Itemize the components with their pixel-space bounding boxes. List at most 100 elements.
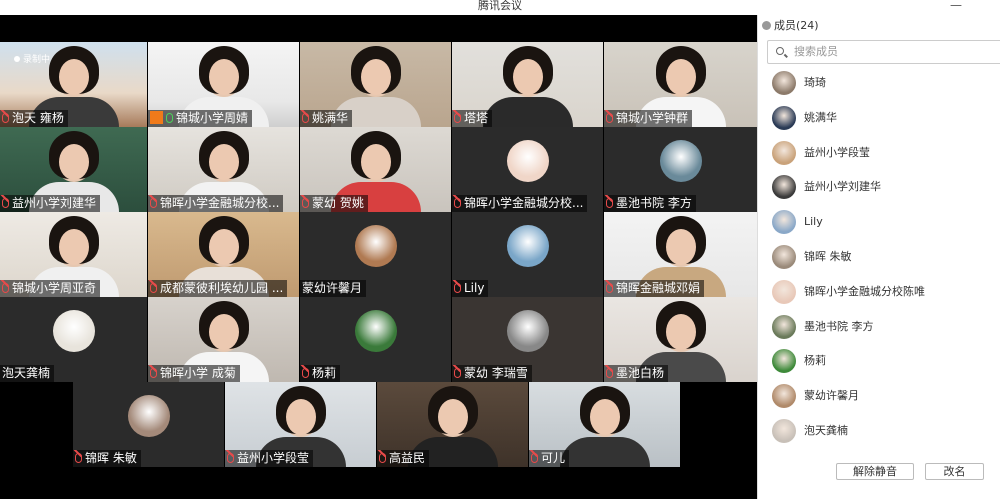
participant-name-label: 高益民 — [377, 450, 430, 467]
member-avatar — [772, 210, 796, 235]
participant-name-label: 锦城小学钟群 — [604, 110, 693, 127]
mic-muted-icon — [150, 198, 157, 208]
participant-name-label: 蒙幼 李瑞雪 — [452, 365, 532, 382]
participant-avatar — [354, 309, 397, 352]
video-tile[interactable]: Lily — [452, 212, 603, 297]
participant-name-label: 锦城小学周婧 — [148, 110, 253, 127]
participant-name: 益州小学刘建华 — [12, 196, 97, 210]
mic-muted-icon — [454, 198, 461, 208]
participant-name: Lily — [464, 281, 485, 295]
recording-label: 录制中 — [23, 55, 51, 65]
participant-video — [559, 386, 650, 467]
host-icon — [150, 111, 163, 124]
video-tile[interactable]: 泡天龚楠 — [0, 297, 147, 382]
video-tile[interactable]: 锦城小学周亚奇 — [0, 212, 147, 297]
video-tile[interactable]: 锦城小学周婧 — [148, 42, 299, 127]
participant-avatar — [506, 224, 549, 267]
unmute-all-button[interactable]: 解除静音 — [836, 463, 914, 480]
video-tile[interactable]: 蒙幼 李瑞雪 — [452, 297, 603, 382]
participant-name-label: 益州小学段莹 — [225, 450, 314, 467]
participant-avatar — [506, 309, 549, 352]
video-tile[interactable]: 锦晖小学金融城分校... — [452, 127, 603, 212]
participant-avatar — [506, 139, 549, 182]
title-bar: 腾讯会议 — — [0, 0, 1000, 15]
member-avatar — [772, 314, 796, 339]
minimize-button[interactable]: — — [950, 0, 962, 12]
participant-avatar — [354, 224, 397, 267]
video-tile[interactable]: 录制中 泡天 雍杨 — [0, 42, 147, 127]
mic-muted-icon — [302, 198, 309, 208]
mic-muted-icon — [227, 453, 234, 463]
mic-muted-icon — [454, 113, 461, 123]
window-title: 腾讯会议 — [478, 0, 522, 12]
participant-name: 泡天龚楠 — [2, 366, 51, 380]
recording-icon — [14, 56, 20, 62]
mic-muted-icon — [606, 113, 613, 123]
participant-name-label: Lily — [452, 280, 489, 297]
member-avatar — [772, 105, 796, 130]
mic-muted-icon — [606, 283, 613, 293]
user-icon — [762, 21, 771, 30]
mic-muted-icon — [2, 198, 9, 208]
participant-name-label: 锦晖小学金融城分校... — [148, 195, 284, 212]
participant-name-label: 泡天龚楠 — [0, 365, 55, 382]
member-name: 姚满华 — [804, 110, 837, 124]
participant-name-label: 泡天 雍杨 — [0, 110, 68, 127]
video-tile[interactable]: 锦晖 朱敏 — [73, 382, 224, 467]
member-avatar — [772, 419, 796, 443]
participant-name: 锦城小学钟群 — [616, 111, 689, 125]
members-header: 成员(24) — [758, 15, 819, 37]
video-tile[interactable]: 高益民 — [377, 382, 528, 467]
participant-name: 高益民 — [389, 451, 426, 465]
mic-muted-icon — [454, 283, 461, 293]
participant-name: 成都蒙彼利埃幼儿园 ... — [160, 281, 284, 295]
mic-muted-icon — [454, 368, 461, 378]
member-search-input[interactable]: 搜索成员 — [767, 40, 1000, 64]
participant-name-label: 锦晖金融城邓娟 — [604, 280, 705, 297]
participant-name: 锦晖小学金融城分校... — [160, 196, 280, 210]
video-tile[interactable]: 成都蒙彼利埃幼儿园 ... — [148, 212, 299, 297]
member-avatar — [772, 349, 796, 374]
video-tile[interactable]: 蒙幼 贺姚 — [300, 127, 451, 212]
participant-name-label: 锦城小学周亚奇 — [0, 280, 101, 297]
video-gallery: 录制中 泡天 雍杨 锦城小学周婧 姚满华 塔塔 锦城小学钟群 益州小学刘建华 锦晖小学金融城分… — [0, 15, 757, 499]
participant-name-label: 可儿 — [529, 450, 570, 467]
mic-muted-icon — [75, 453, 82, 463]
video-tile[interactable]: 益州小学段莹 — [225, 382, 376, 467]
participant-name: 锦晖小学金融城分校... — [464, 196, 584, 210]
video-tile[interactable]: 塔塔 — [452, 42, 603, 127]
video-tile[interactable]: 锦晖小学金融城分校... — [148, 127, 299, 212]
video-tile[interactable]: 杨莉 — [300, 297, 451, 382]
video-tile[interactable]: 姚满华 — [300, 42, 451, 127]
participant-name: 可儿 — [541, 451, 566, 465]
video-tile[interactable]: 锦晖小学 成菊 — [148, 297, 299, 382]
participant-name-label: 墨池书院 李方 — [604, 195, 696, 212]
video-tile[interactable]: 墨池书院 李方 — [604, 127, 757, 212]
participant-name: 锦晖小学 成菊 — [160, 366, 236, 380]
video-tile[interactable]: 墨池白杨 — [604, 297, 757, 382]
mic-muted-icon — [150, 368, 157, 378]
member-avatar — [772, 279, 796, 304]
participant-name: 锦晖 朱敏 — [85, 451, 137, 465]
participant-name: 锦城小学周婧 — [176, 111, 249, 125]
rename-button[interactable]: 改名 — [925, 463, 984, 480]
member-name: Lily — [804, 215, 823, 229]
participant-name: 塔塔 — [464, 111, 489, 125]
video-tile[interactable]: 蒙幼许馨月 — [300, 212, 451, 297]
video-tile[interactable]: 锦城小学钟群 — [604, 42, 757, 127]
participant-name-label: 益州小学刘建华 — [0, 195, 101, 212]
mic-muted-icon — [150, 283, 157, 293]
mic-muted-icon — [606, 368, 613, 378]
video-tile[interactable]: 益州小学刘建华 — [0, 127, 147, 212]
video-tile[interactable]: 可儿 — [529, 382, 680, 467]
participant-name: 蒙幼 李瑞雪 — [464, 366, 528, 380]
participant-name-label: 杨莉 — [300, 365, 341, 382]
participant-name-label: 蒙幼许馨月 — [300, 280, 367, 297]
mic-muted-icon — [302, 113, 309, 123]
video-tile[interactable]: 锦晖金融城邓娟 — [604, 212, 757, 297]
mic-muted-icon — [531, 453, 538, 463]
member-avatar — [772, 71, 796, 95]
participant-name: 泡天 雍杨 — [12, 111, 64, 125]
member-avatar — [772, 175, 796, 200]
participant-video — [482, 46, 573, 127]
